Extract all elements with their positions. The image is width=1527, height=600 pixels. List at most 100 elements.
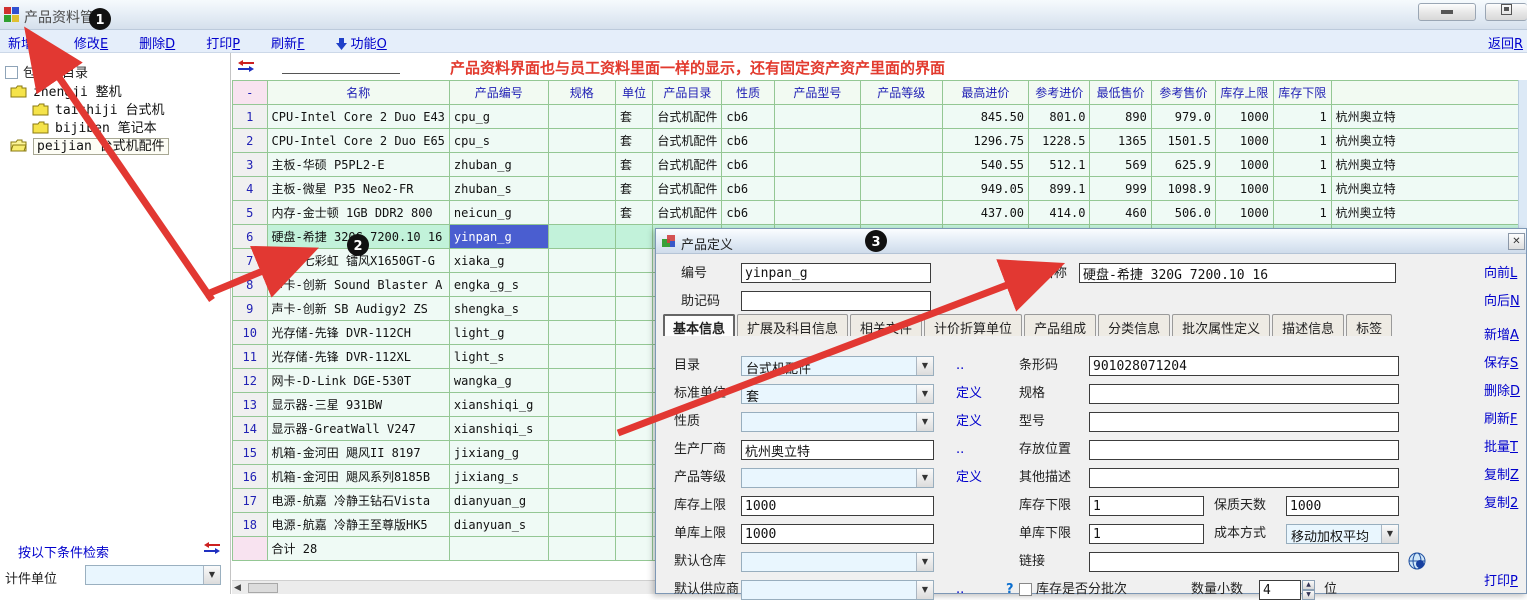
cell[interactable]: 套 — [615, 201, 652, 225]
cell[interactable] — [774, 177, 860, 201]
quick-filter-input[interactable] — [282, 56, 400, 74]
cell[interactable]: 8 — [233, 273, 268, 297]
table-row[interactable]: 3主板-华硕 P5PL2-Ezhuban_g套台式机配件cb6540.55512… — [233, 153, 1527, 177]
cell[interactable] — [548, 465, 615, 489]
cell[interactable] — [548, 489, 615, 513]
cell[interactable]: 569 — [1090, 153, 1151, 177]
tab-相关文件[interactable]: 相关文件 — [850, 314, 922, 336]
field-input-库存上限[interactable] — [741, 496, 934, 516]
cell[interactable] — [615, 273, 652, 297]
tree-item[interactable]: taishiji 台式机 — [0, 99, 230, 117]
cell[interactable]: 台式机配件 — [653, 129, 722, 153]
cell[interactable]: 电源-航嘉 冷静王至尊版HK5 — [267, 513, 449, 537]
stepper-down-icon[interactable]: ▼ — [1302, 590, 1315, 600]
column-header[interactable]: 库存上限 — [1215, 81, 1273, 105]
browse-link[interactable]: .. — [956, 356, 964, 376]
swap-panel-icon[interactable] — [204, 540, 220, 559]
cell[interactable] — [548, 297, 615, 321]
mnemonic-input[interactable] — [741, 291, 931, 311]
cell[interactable] — [548, 369, 615, 393]
cell[interactable] — [860, 105, 942, 129]
cell[interactable]: 890 — [1090, 105, 1151, 129]
cell[interactable]: 9 — [233, 297, 268, 321]
unit-filter-dropdown[interactable]: ▼ — [85, 565, 221, 585]
dropdown-arrow-icon[interactable]: ▼ — [203, 566, 220, 584]
cell[interactable]: 1 — [1273, 129, 1331, 153]
cell[interactable]: 6 — [233, 225, 268, 249]
cell[interactable]: cpu_s — [449, 129, 548, 153]
cell[interactable] — [860, 129, 942, 153]
cell[interactable]: CPU-Intel Core 2 Duo E65 — [267, 129, 449, 153]
tab-产品组成[interactable]: 产品组成 — [1024, 314, 1096, 336]
toolbar-item-打印P[interactable]: 打印P — [206, 33, 240, 52]
cell[interactable]: 硬盘-希捷 320G 7200.10 16 — [267, 225, 449, 249]
scrollbar-thumb[interactable] — [248, 583, 278, 593]
field-input-存放位置[interactable] — [1089, 440, 1399, 460]
cell[interactable]: 1098.9 — [1151, 177, 1215, 201]
table-row[interactable]: 4主板-微星 P35 Neo2-FRzhuban_s套台式机配件cb6949.0… — [233, 177, 1527, 201]
tree-item[interactable]: bijiben 笔记本 — [0, 117, 230, 135]
column-header[interactable]: 产品编号 — [449, 81, 548, 105]
cell[interactable]: cb6 — [722, 129, 774, 153]
cell[interactable] — [615, 441, 652, 465]
cell[interactable]: 1365 — [1090, 129, 1151, 153]
cell[interactable]: shengka_s — [449, 297, 548, 321]
toolbar-item-刷新F[interactable]: 刷新F — [271, 33, 305, 52]
cell[interactable] — [548, 177, 615, 201]
cell[interactable]: 801.0 — [1029, 105, 1090, 129]
cell[interactable]: 主板-微星 P35 Neo2-FR — [267, 177, 449, 201]
cell[interactable]: jixiang_g — [449, 441, 548, 465]
cell[interactable]: 1228.5 — [1029, 129, 1090, 153]
side-button-打印P[interactable]: 打印P — [1484, 572, 1518, 592]
cell[interactable] — [615, 513, 652, 537]
dialog-close-button[interactable]: ✕ — [1508, 233, 1525, 250]
cell[interactable] — [615, 417, 652, 441]
cell[interactable] — [548, 513, 615, 537]
cell[interactable]: 2 — [233, 129, 268, 153]
cell[interactable] — [548, 345, 615, 369]
cell[interactable]: 1 — [233, 105, 268, 129]
back-button[interactable]: 返回R — [1488, 33, 1523, 52]
cell[interactable]: 套 — [615, 129, 652, 153]
cell[interactable]: 主板-华硕 P5PL2-E — [267, 153, 449, 177]
cell[interactable] — [548, 153, 615, 177]
side-button-复制Z[interactable]: 复制Z — [1484, 466, 1519, 486]
cell[interactable]: 625.9 — [1151, 153, 1215, 177]
cell[interactable]: 显示器-三星 931BW — [267, 393, 449, 417]
cell[interactable]: 1 — [1273, 105, 1331, 129]
cell[interactable]: 14 — [233, 417, 268, 441]
column-header[interactable]: 产品型号 — [774, 81, 860, 105]
cell[interactable]: 台式机配件 — [653, 177, 722, 201]
field-input-目录[interactable]: 台式机配件▼ — [741, 356, 934, 376]
cell[interactable]: 414.0 — [1029, 201, 1090, 225]
cell[interactable] — [548, 129, 615, 153]
cell[interactable] — [774, 105, 860, 129]
dropdown-arrow-icon[interactable]: ▼ — [916, 357, 933, 375]
cell[interactable] — [860, 177, 942, 201]
cell[interactable]: 512.1 — [1029, 153, 1090, 177]
stepper-up-icon[interactable]: ▲ — [1302, 580, 1315, 590]
cell[interactable]: 949.05 — [942, 177, 1028, 201]
field-input-链接[interactable] — [1089, 552, 1399, 572]
cell[interactable]: 540.55 — [942, 153, 1028, 177]
cell[interactable] — [615, 465, 652, 489]
browse-link[interactable]: .. — [956, 580, 964, 600]
column-header[interactable]: 参考进价 — [1029, 81, 1090, 105]
cell[interactable]: 437.00 — [942, 201, 1028, 225]
cell[interactable]: 15 — [233, 441, 268, 465]
cell[interactable]: 杭州奥立特 — [1331, 201, 1526, 225]
cell[interactable]: CPU-Intel Core 2 Duo E43 — [267, 105, 449, 129]
cell[interactable]: light_s — [449, 345, 548, 369]
cell[interactable]: 杭州奥立特 — [1331, 105, 1526, 129]
cell[interactable]: 899.1 — [1029, 177, 1090, 201]
cell[interactable]: 台式机配件 — [653, 201, 722, 225]
cell[interactable] — [548, 441, 615, 465]
tab-扩展及科目信息[interactable]: 扩展及科目信息 — [737, 314, 848, 336]
cell[interactable]: 979.0 — [1151, 105, 1215, 129]
field-input-默认供应商[interactable]: ▼ — [741, 580, 934, 600]
cell[interactable]: 网卡-D-Link DGE-530T — [267, 369, 449, 393]
cell[interactable]: 7 — [233, 249, 268, 273]
cell[interactable]: 1000 — [1215, 201, 1273, 225]
cell[interactable] — [774, 201, 860, 225]
cell[interactable]: 杭州奥立特 — [1331, 129, 1526, 153]
